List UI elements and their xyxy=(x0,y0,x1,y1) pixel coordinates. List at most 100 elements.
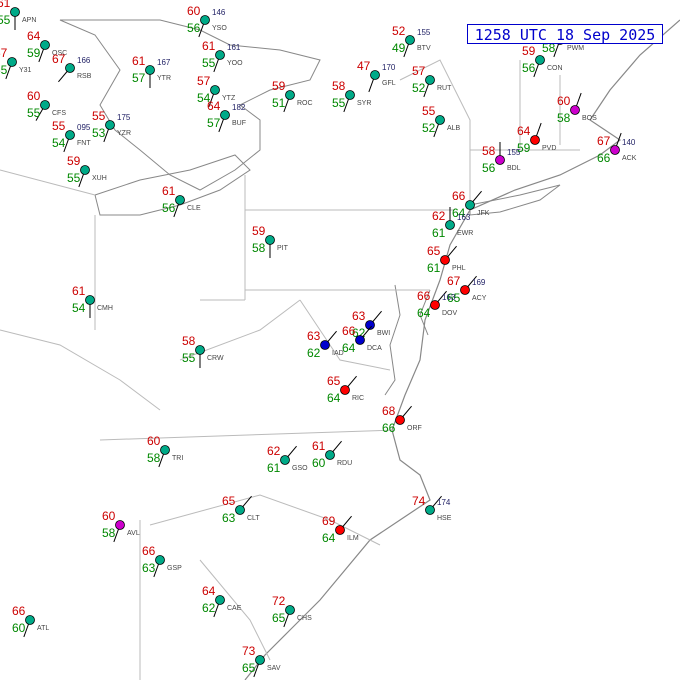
temperature-label: 61 xyxy=(72,284,86,298)
station-iad: 63 62 IAD xyxy=(307,329,344,360)
station-id-label: GSP xyxy=(167,565,182,572)
dewpoint-label: 55 xyxy=(67,171,81,185)
station-id-label: PVD xyxy=(542,145,556,152)
station-id-label: PIT xyxy=(277,245,289,252)
station-bdl: 58 56 155 BDL xyxy=(482,142,521,175)
temperature-label: 59 xyxy=(272,79,286,93)
station-models: 6155APN6459OSC6755Y316055CFS67166RSB5554… xyxy=(0,0,637,678)
station-id-label: CHS xyxy=(297,615,312,622)
station-id-label: FNT xyxy=(77,140,91,147)
temperature-label: 65 xyxy=(427,244,441,258)
station-id-label: DCA xyxy=(367,345,382,352)
station-id-label: IAD xyxy=(332,350,344,357)
sky-cover-icon xyxy=(445,220,455,230)
temperature-label: 58 xyxy=(332,79,346,93)
station-btv: 52 49 155 BTV xyxy=(392,24,431,58)
station-gsp: 66 63 GSP xyxy=(142,544,182,578)
sky-cover-icon xyxy=(425,505,435,515)
station-id-label: RSB xyxy=(77,73,92,80)
dewpoint-label: 61 xyxy=(427,261,441,275)
temperature-label: 67 xyxy=(447,274,461,288)
dewpoint-label: 64 xyxy=(417,306,431,320)
station-rut: 57 52 RUT xyxy=(412,64,452,98)
sky-cover-icon xyxy=(160,445,170,455)
station-bos: 60 58 BOS xyxy=(557,92,597,125)
dewpoint-label: 65 xyxy=(242,661,256,675)
temperature-label: 64 xyxy=(517,124,531,138)
temperature-label: 66 xyxy=(142,544,156,558)
sky-cover-icon xyxy=(345,90,355,100)
pressure-label: 163 xyxy=(457,213,471,222)
station-cle: 61 56 CLE xyxy=(162,184,201,218)
station-ric: 65 64 RIC xyxy=(327,374,364,405)
sky-cover-icon xyxy=(285,605,295,615)
pressure-label: 163 xyxy=(442,293,456,302)
station-orf: 68 66 ORF xyxy=(382,404,422,435)
dewpoint-label: 62 xyxy=(307,346,321,360)
dewpoint-label: 52 xyxy=(422,121,436,135)
dewpoint-label: 60 xyxy=(312,456,326,470)
temperature-label: 58 xyxy=(182,334,196,348)
dewpoint-label: 55 xyxy=(202,56,216,70)
station-id-label: BWI xyxy=(377,330,390,337)
station-cae: 64 62 CAE xyxy=(202,584,242,618)
station-id-label: APN xyxy=(22,17,36,24)
sky-cover-icon xyxy=(235,505,245,515)
temperature-label: 58 xyxy=(482,144,496,158)
station-id-label: PHL xyxy=(452,265,466,272)
temperature-label: 64 xyxy=(207,99,221,113)
temperature-label: 66 xyxy=(342,324,356,338)
sky-cover-icon xyxy=(40,40,50,50)
surface-map: 6155APN6459OSC6755Y316055CFS67166RSB5554… xyxy=(0,0,680,680)
sky-cover-icon xyxy=(85,295,95,305)
station-id-label: ILM xyxy=(347,535,359,542)
dewpoint-label: 56 xyxy=(482,161,496,175)
sky-cover-icon xyxy=(200,15,210,25)
timestamp-label: 1258 UTC 18 Sep 2025 xyxy=(467,24,663,44)
sky-cover-icon xyxy=(145,65,155,75)
sky-cover-icon xyxy=(255,655,265,665)
dewpoint-label: 57 xyxy=(207,116,221,130)
station-fnt: 55 54 095 FNT xyxy=(52,119,91,153)
sky-cover-icon xyxy=(530,135,540,145)
temperature-label: 67 xyxy=(52,52,66,66)
dewpoint-label: 49 xyxy=(392,41,406,55)
station-rdu: 61 60 RDU xyxy=(312,439,352,470)
station-cfs: 60 55 CFS xyxy=(27,89,66,121)
sky-cover-icon xyxy=(80,165,90,175)
station-phl: 65 61 PHL xyxy=(427,244,466,275)
dewpoint-label: 61 xyxy=(432,226,446,240)
station-id-label: TRI xyxy=(172,455,183,462)
sky-cover-icon xyxy=(435,115,445,125)
dewpoint-label: 65 xyxy=(272,611,286,625)
temperature-label: 69 xyxy=(322,514,336,528)
chesapeake-bay xyxy=(384,284,401,396)
station-clt: 65 63 CLT xyxy=(222,494,260,525)
station-yoo: 61 55 161 YOO xyxy=(202,39,243,73)
station-pit: 59 58 PIT xyxy=(252,224,289,258)
dewpoint-label: 59 xyxy=(27,46,41,60)
sky-cover-icon xyxy=(405,35,415,45)
sky-cover-icon xyxy=(195,345,205,355)
temperature-label: 55 xyxy=(422,104,436,118)
sky-cover-icon xyxy=(535,55,545,65)
temperature-label: 66 xyxy=(12,604,26,618)
station-id-label: JFK xyxy=(477,210,490,217)
station-id-label: BDL xyxy=(507,165,521,172)
temperature-label: 62 xyxy=(267,444,281,458)
sky-cover-icon xyxy=(495,155,505,165)
station-id-label: CFS xyxy=(52,110,66,117)
station-alb: 55 52 ALB xyxy=(422,104,461,138)
station-id-label: GSO xyxy=(292,465,308,472)
station-yso: 60 56 146 YSO xyxy=(187,4,227,38)
station-id-label: CLT xyxy=(247,515,260,522)
sky-cover-icon xyxy=(215,50,225,60)
temperature-label: 60 xyxy=(147,434,161,448)
station-id-label: HSE xyxy=(437,515,452,522)
temperature-label: 67 xyxy=(0,46,8,60)
dewpoint-label: 64 xyxy=(342,341,356,355)
pressure-label: 140 xyxy=(622,138,636,147)
station-yzr: 55 53 175 YZR xyxy=(92,109,131,143)
station-bwi: 6362 BWI xyxy=(352,309,390,340)
sky-cover-icon xyxy=(425,75,435,85)
